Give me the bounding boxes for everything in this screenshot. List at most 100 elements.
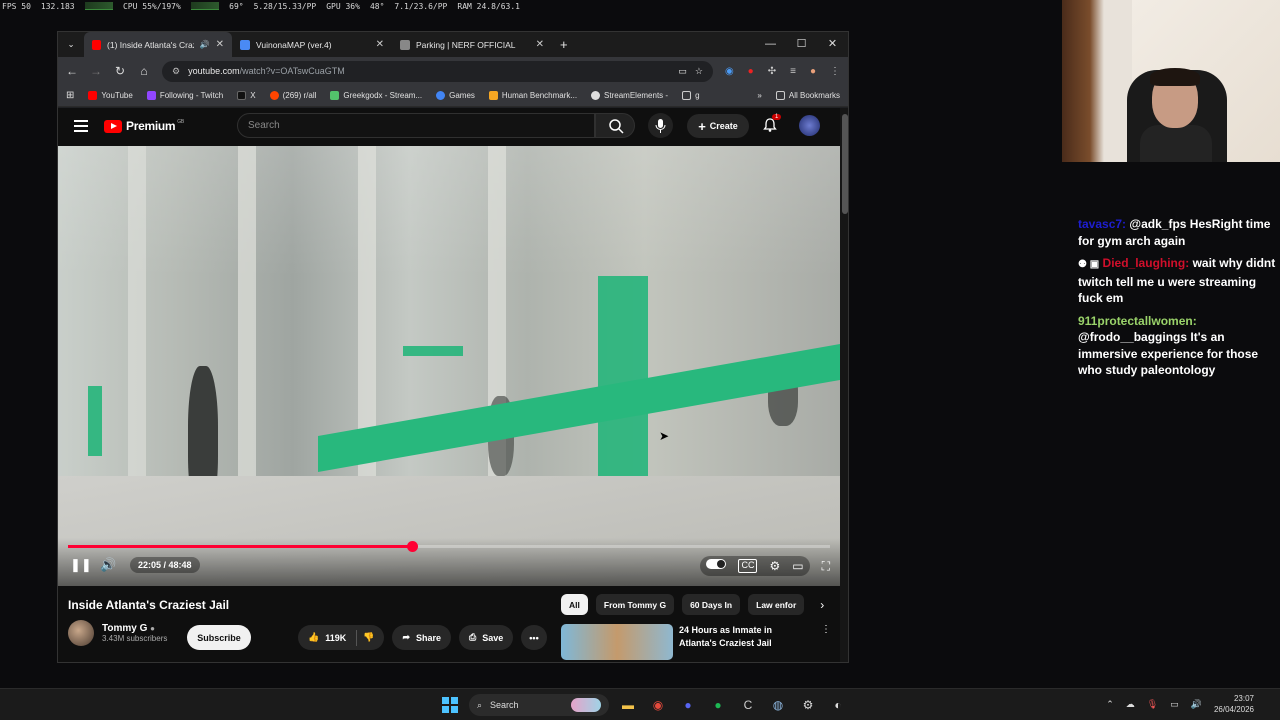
apps-grid-icon[interactable]: ⊞: [66, 90, 74, 101]
chip-all[interactable]: All: [561, 594, 588, 615]
system-clock[interactable]: 23:07 26/04/2026: [1214, 693, 1254, 715]
fps-counter: FPS 50: [2, 1, 31, 11]
voice-search-button[interactable]: [648, 113, 673, 138]
controls-right: CC ⚙ ▭ ⛶: [700, 556, 830, 576]
chrome-icon[interactable]: ◉: [647, 694, 669, 716]
bookmark-x[interactable]: X: [237, 91, 256, 100]
volume-icon[interactable]: 🔊: [100, 557, 116, 573]
chat-text: @frodo__baggings It's an immersive exper…: [1078, 330, 1259, 377]
chat-badge-icon: ⚉ ▣: [1078, 259, 1100, 270]
close-tab-icon[interactable]: ✕: [216, 39, 224, 50]
back-icon[interactable]: ←: [66, 64, 78, 78]
bookmark-twitch[interactable]: Following - Twitch: [146, 91, 223, 100]
progress-bar[interactable]: [68, 541, 830, 552]
chip-law-enforcement[interactable]: Law enfor: [748, 594, 805, 615]
subtitles-icon[interactable]: CC: [738, 559, 758, 573]
media-control-icon[interactable]: ≡: [790, 66, 796, 77]
account-avatar[interactable]: [799, 115, 820, 136]
page-scrollbar[interactable]: [840, 108, 848, 662]
bookmark-games[interactable]: Games: [436, 91, 475, 100]
profile-avatar-icon[interactable]: ●: [810, 66, 816, 77]
like-button[interactable]: 👍 119K 👎: [298, 625, 385, 650]
start-button[interactable]: [439, 694, 461, 716]
more-bookmarks-icon[interactable]: »: [757, 91, 761, 100]
create-button[interactable]: + Create: [687, 114, 749, 138]
volume-tray-icon[interactable]: 🔊: [1191, 699, 1202, 710]
tab-youtube[interactable]: (1) Inside Atlanta's Craziest 🔊 ✕: [84, 32, 232, 57]
reload-icon[interactable]: ↻: [114, 64, 126, 78]
recommended-title[interactable]: 24 Hours as Inmate in Atlanta's Craziest…: [679, 624, 811, 660]
ccleaner-icon[interactable]: C: [737, 694, 759, 716]
forward-icon[interactable]: →: [90, 64, 102, 78]
bookmark-star-icon[interactable]: ☆: [695, 66, 703, 77]
obs-icon[interactable]: ◐: [827, 694, 849, 716]
channel-name[interactable]: Tommy G: [102, 623, 147, 634]
pause-icon[interactable]: ❚❚: [70, 557, 92, 573]
video-thumbnail[interactable]: [561, 624, 673, 660]
new-tab-button[interactable]: +: [552, 32, 576, 57]
settings-gear-icon[interactable]: ⚙: [769, 559, 780, 573]
subscribe-button[interactable]: Subscribe: [187, 625, 251, 650]
fullscreen-icon[interactable]: ⛶: [822, 559, 830, 574]
display-icon[interactable]: ▭: [1170, 699, 1179, 710]
menu-icon[interactable]: [74, 120, 88, 132]
chip-from-tommy-g[interactable]: From Tommy G: [595, 594, 675, 615]
progress-scrubber[interactable]: [407, 541, 419, 552]
discord-icon[interactable]: ●: [677, 694, 699, 716]
onedrive-icon[interactable]: ☁: [1126, 699, 1135, 710]
channel-avatar[interactable]: [68, 620, 94, 646]
home-icon[interactable]: ⌂: [138, 64, 150, 78]
site-info-icon[interactable]: ⚙: [172, 66, 180, 77]
performance-overlay: FPS 50 132.183 CPU 55%/197% 69° 5.28/15.…: [0, 0, 520, 12]
bookmarks-bar: ⊞ YouTube Following - Twitch X (269) r/a…: [58, 85, 848, 107]
youtube-favicon-icon: [92, 39, 102, 50]
windows-logo-icon: [442, 697, 458, 713]
address-bar[interactable]: ⚙ youtube.com/watch?v=OATswCuaGTM ▭ ☆: [162, 60, 713, 82]
bookmark-streamelements[interactable]: StreamElements -: [591, 91, 668, 100]
file-explorer-icon[interactable]: ▬: [617, 694, 639, 716]
tab-parking[interactable]: Parking | NERF OFFICIAL ✕: [392, 32, 552, 57]
scrollbar-thumb[interactable]: [842, 114, 848, 214]
video-player[interactable]: ➤ ❚❚ 🔊 22:05 / 48:48 CC ⚙ ▭ ⛶: [58, 146, 840, 586]
close-tab-icon[interactable]: ✕: [536, 39, 544, 50]
speaker-icon[interactable]: 🔊: [200, 40, 210, 49]
ram-stat: RAM 24.8/63.1: [457, 1, 520, 11]
more-actions-button[interactable]: •••: [521, 625, 547, 650]
extension-blue-icon[interactable]: ◉: [725, 66, 734, 77]
extension-red-icon[interactable]: ●: [748, 66, 754, 77]
thumbs-down-icon[interactable]: 👎: [363, 632, 374, 643]
chip-60-days-in[interactable]: 60 Days In: [682, 594, 741, 615]
save-button[interactable]: ⎙ Save: [459, 625, 514, 650]
close-window-icon[interactable]: ✕: [817, 32, 848, 57]
tab-search-button[interactable]: ⌄: [58, 32, 84, 57]
theater-mode-icon[interactable]: ▭: [792, 559, 803, 573]
close-tab-icon[interactable]: ✕: [376, 39, 384, 50]
bookmark-folder-g[interactable]: g: [682, 91, 700, 100]
microphone-tray-icon[interactable]: 🎙: [1147, 699, 1158, 710]
more-vertical-icon[interactable]: ⋮: [821, 624, 831, 660]
cast-icon[interactable]: ▭: [678, 66, 687, 77]
share-button[interactable]: ➦ Share: [392, 625, 452, 650]
search-input[interactable]: Search: [237, 113, 595, 138]
settings-app-icon[interactable]: ⚙: [797, 694, 819, 716]
chevron-right-icon[interactable]: ›: [820, 598, 824, 612]
extensions-puzzle-icon[interactable]: ✣: [768, 66, 776, 77]
chat-message: ⚉ ▣ Died_laughing: wait why didnt twitch…: [1078, 255, 1276, 307]
bookmark-human-benchmark[interactable]: Human Benchmark...: [488, 91, 577, 100]
search-button[interactable]: [595, 113, 635, 138]
browser-menu-icon[interactable]: ⋮: [830, 66, 840, 77]
spotify-icon[interactable]: ●: [707, 694, 729, 716]
recommended-video[interactable]: 24 Hours as Inmate in Atlanta's Craziest…: [561, 624, 831, 660]
tab-vuinonamap[interactable]: VuinonaMAP (ver.4) ✕: [232, 32, 392, 57]
autoplay-toggle[interactable]: [706, 559, 727, 569]
tray-expand-icon[interactable]: ⌃: [1106, 699, 1114, 710]
steam-icon[interactable]: ◍: [767, 694, 789, 716]
bookmark-reddit[interactable]: (269) r/all: [269, 91, 316, 100]
minimize-icon[interactable]: —: [755, 32, 786, 57]
bookmark-greekgodx[interactable]: Greekgodx - Stream...: [330, 91, 422, 100]
maximize-icon[interactable]: ☐: [786, 32, 817, 57]
all-bookmarks-button[interactable]: All Bookmarks: [775, 91, 840, 100]
taskbar-search[interactable]: ⌕ Search: [469, 694, 609, 716]
bookmark-youtube[interactable]: YouTube: [88, 91, 133, 100]
youtube-premium-logo[interactable]: Premium GB: [104, 119, 184, 133]
